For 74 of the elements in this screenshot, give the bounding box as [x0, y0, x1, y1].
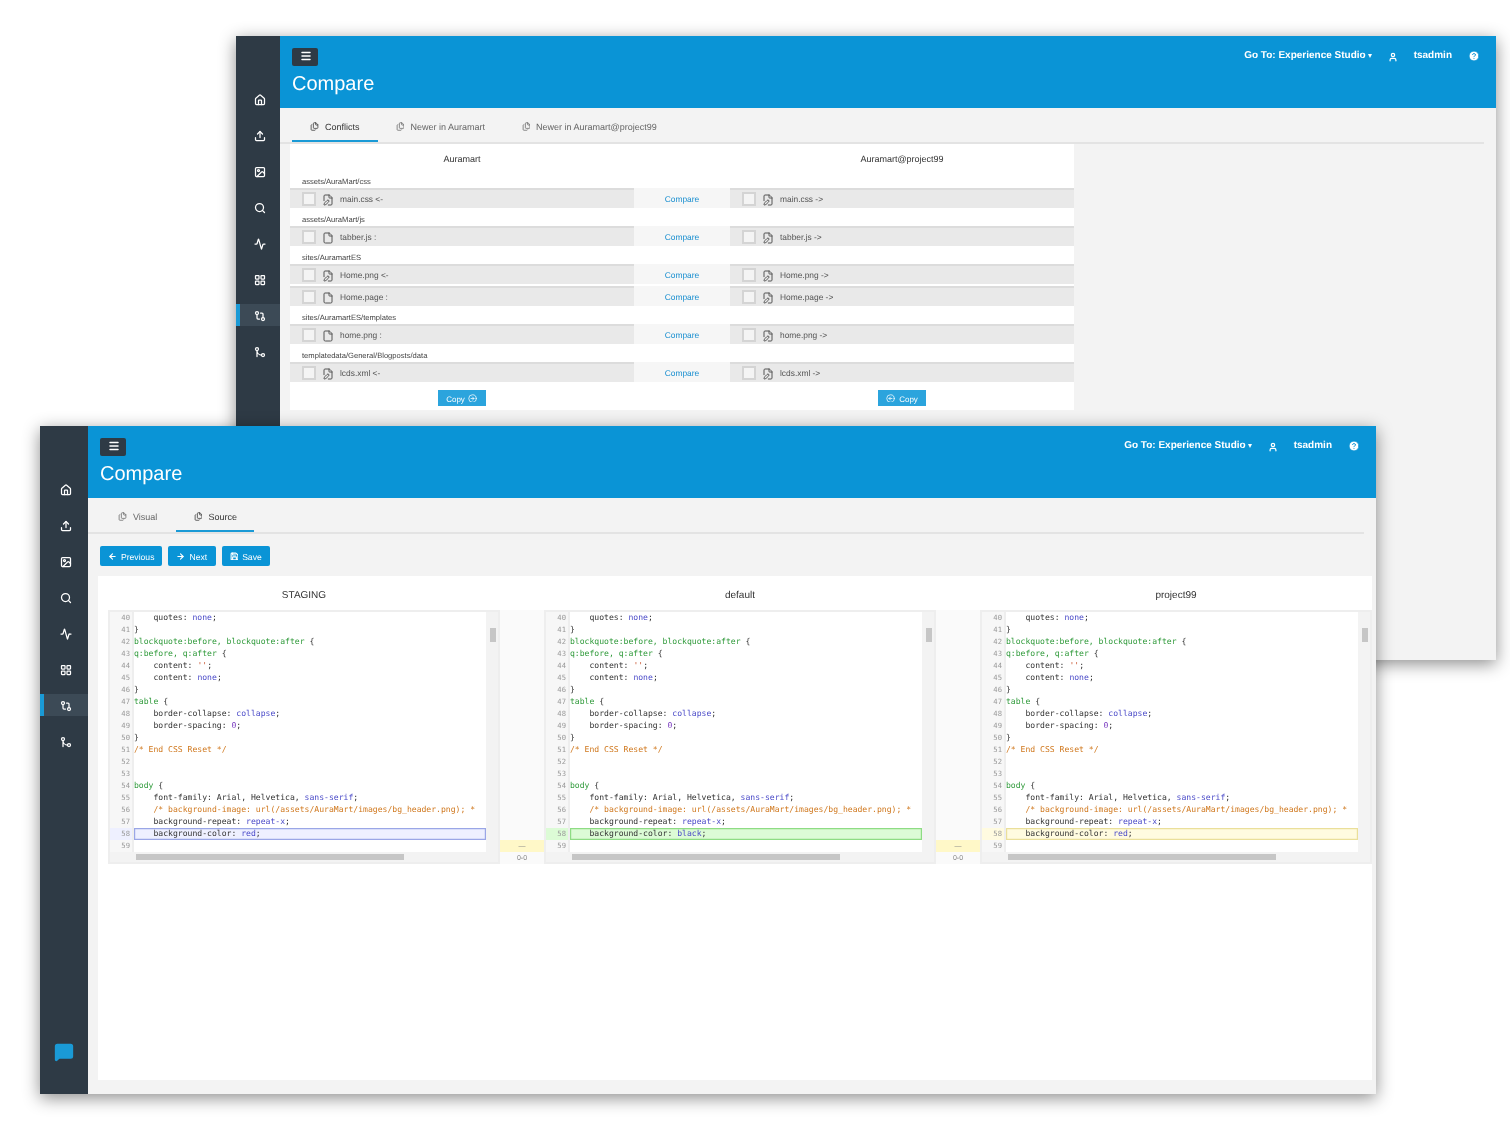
scrollbar[interactable] [1358, 612, 1370, 852]
save-icon [229, 551, 239, 561]
chat-icon[interactable] [54, 1042, 74, 1062]
edit-file-icon [762, 193, 774, 205]
code-editor[interactable] [980, 610, 1372, 864]
scrollbar[interactable] [546, 852, 934, 862]
files-icon [521, 122, 531, 132]
caret-icon [1367, 54, 1372, 58]
grid-icon [60, 663, 72, 675]
checkbox[interactable] [742, 192, 756, 206]
edit-file-icon [762, 269, 774, 281]
file-icon [322, 291, 334, 303]
edit-file-icon [762, 367, 774, 379]
upload-icon [254, 129, 266, 141]
menu-button[interactable] [100, 437, 126, 455]
scrollbar[interactable] [922, 612, 934, 852]
files-icon [395, 122, 405, 132]
files-icon [118, 512, 127, 522]
edit-file-icon [762, 231, 774, 243]
sidebar-item[interactable] [40, 694, 88, 716]
checkbox[interactable] [742, 230, 756, 244]
image-icon [60, 555, 72, 567]
search-icon [60, 591, 72, 603]
user-icon [1267, 441, 1278, 451]
checkbox[interactable] [742, 290, 756, 304]
sidebar-item[interactable] [236, 304, 280, 326]
help-icon[interactable] [1468, 50, 1480, 62]
edit-file-icon [762, 291, 774, 303]
scrollbar[interactable] [110, 852, 498, 862]
checkbox[interactable] [742, 328, 756, 342]
page-title: Compare [100, 464, 185, 488]
arrow-left-icon [108, 551, 117, 561]
grid-icon [254, 273, 266, 285]
image-icon [254, 165, 266, 177]
checkbox[interactable] [302, 268, 316, 282]
checkbox[interactable] [302, 328, 316, 342]
edit-file-icon [322, 269, 334, 281]
menu-icon [107, 440, 119, 452]
menu-icon [299, 50, 311, 62]
code-editor[interactable] [108, 610, 500, 864]
home-icon [254, 93, 266, 105]
arrow-right-icon [176, 551, 186, 561]
upload-icon [60, 519, 72, 531]
menu-button[interactable] [292, 47, 318, 65]
compare-icon [60, 699, 72, 711]
scrollbar[interactable] [982, 852, 1370, 862]
file-icon [322, 231, 334, 243]
compare-icon [254, 309, 266, 321]
edit-file-icon [322, 367, 334, 379]
checkbox[interactable] [742, 366, 756, 380]
code-editor[interactable] [544, 610, 936, 864]
merge-icon [60, 735, 72, 747]
merge-icon [254, 345, 266, 357]
home-icon [60, 483, 72, 495]
checkbox[interactable] [742, 268, 756, 282]
page-title: Compare [292, 74, 377, 98]
activity-icon [60, 627, 72, 639]
activity-icon [254, 237, 266, 249]
checkbox[interactable] [302, 230, 316, 244]
arrow-left-icon [886, 393, 896, 403]
checkbox[interactable] [302, 192, 316, 206]
edit-file-icon [762, 329, 774, 341]
arrow-right-icon [468, 393, 478, 403]
edit-file-icon [322, 193, 334, 205]
files-icon [193, 512, 203, 522]
checkbox[interactable] [302, 366, 316, 380]
checkbox[interactable] [302, 290, 316, 304]
scrollbar[interactable] [486, 612, 498, 852]
user-icon [1387, 51, 1398, 61]
help-icon[interactable] [1348, 440, 1360, 452]
files-icon [310, 122, 319, 132]
file-icon [322, 329, 334, 341]
caret-icon [1247, 444, 1252, 448]
search-icon [254, 201, 266, 213]
